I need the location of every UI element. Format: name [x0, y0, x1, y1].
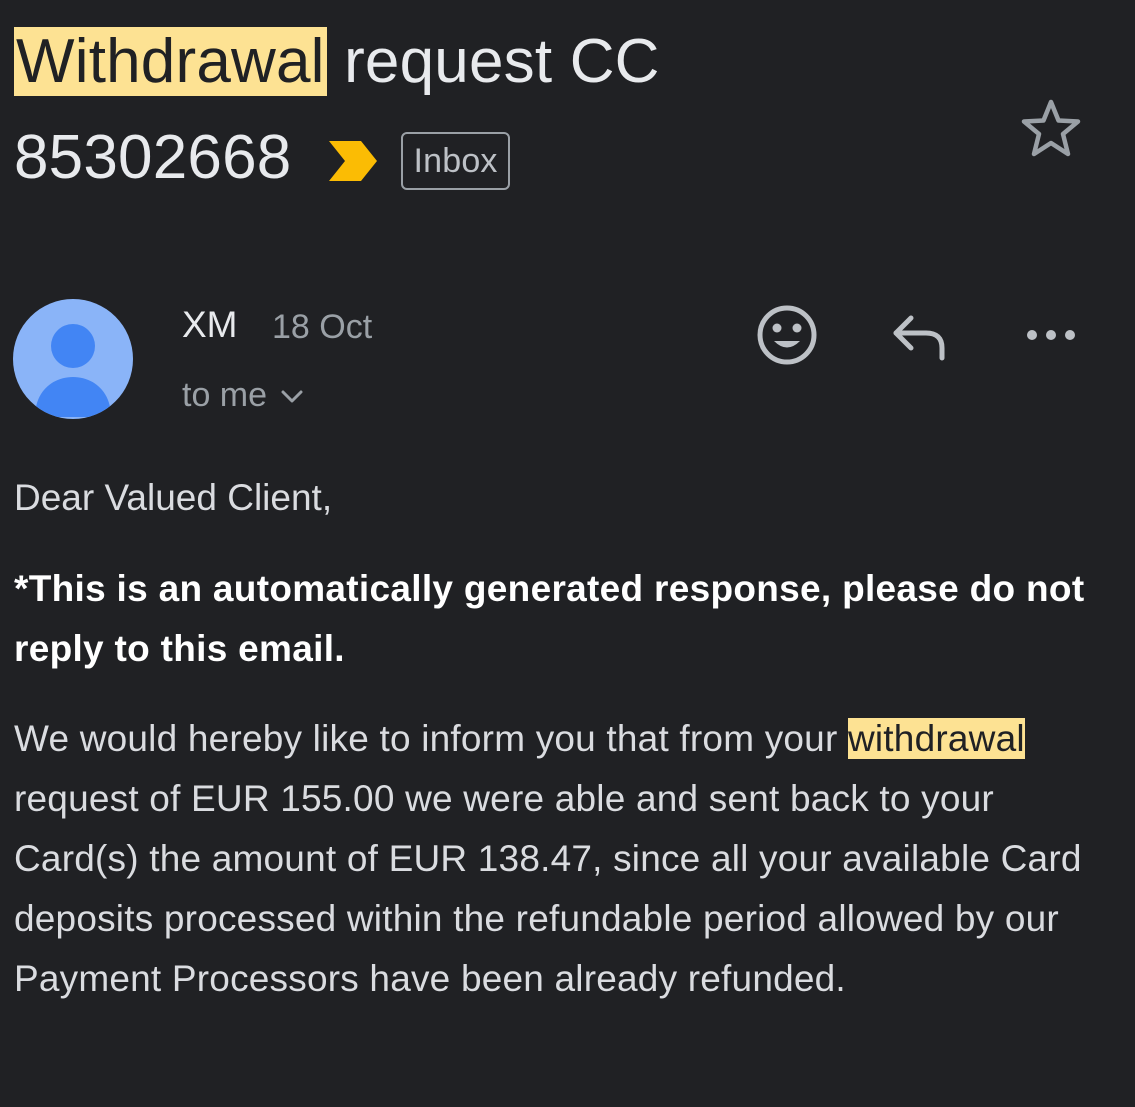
email-subject: Withdrawal request CC 85302668 Inbox — [14, 14, 974, 206]
reply-icon[interactable] — [886, 300, 952, 370]
body-paragraph: We would hereby like to inform you that … — [14, 709, 1114, 1009]
sender-name[interactable]: XM — [182, 303, 238, 347]
recipient-toggle[interactable]: to me — [182, 373, 303, 417]
importance-marker-icon[interactable] — [327, 139, 379, 183]
subject-search-highlight: Withdrawal — [14, 27, 327, 96]
greeting-text: Dear Valued Client, — [14, 477, 333, 518]
chevron-down-icon — [281, 390, 303, 403]
star-icon[interactable] — [1020, 98, 1082, 158]
recipient-label: to me — [182, 376, 268, 414]
paragraph-text-start: We would hereby like to inform you that … — [14, 718, 848, 759]
body-search-highlight: withdrawal — [847, 718, 1025, 759]
person-icon — [35, 324, 111, 417]
more-options-icon[interactable] — [1022, 300, 1082, 370]
subject-text: request CC — [326, 27, 660, 96]
message-body: Dear Valued Client, *This is an automati… — [14, 468, 1114, 1009]
subject-number: 85302668 — [14, 123, 292, 192]
paragraph-text-end: request of EUR 155.00 we were able and s… — [14, 778, 1082, 999]
message-date: 18 Oct — [272, 308, 373, 346]
add-reaction-icon[interactable] — [752, 300, 822, 370]
subject-line-1: Withdrawal request CC — [14, 14, 974, 110]
inbox-label-chip[interactable]: Inbox — [401, 132, 510, 190]
auto-response-notice: *This is an automatically generated resp… — [14, 568, 1085, 669]
sender-avatar[interactable] — [13, 299, 133, 419]
subject-line-2: 85302668 Inbox — [14, 110, 974, 206]
